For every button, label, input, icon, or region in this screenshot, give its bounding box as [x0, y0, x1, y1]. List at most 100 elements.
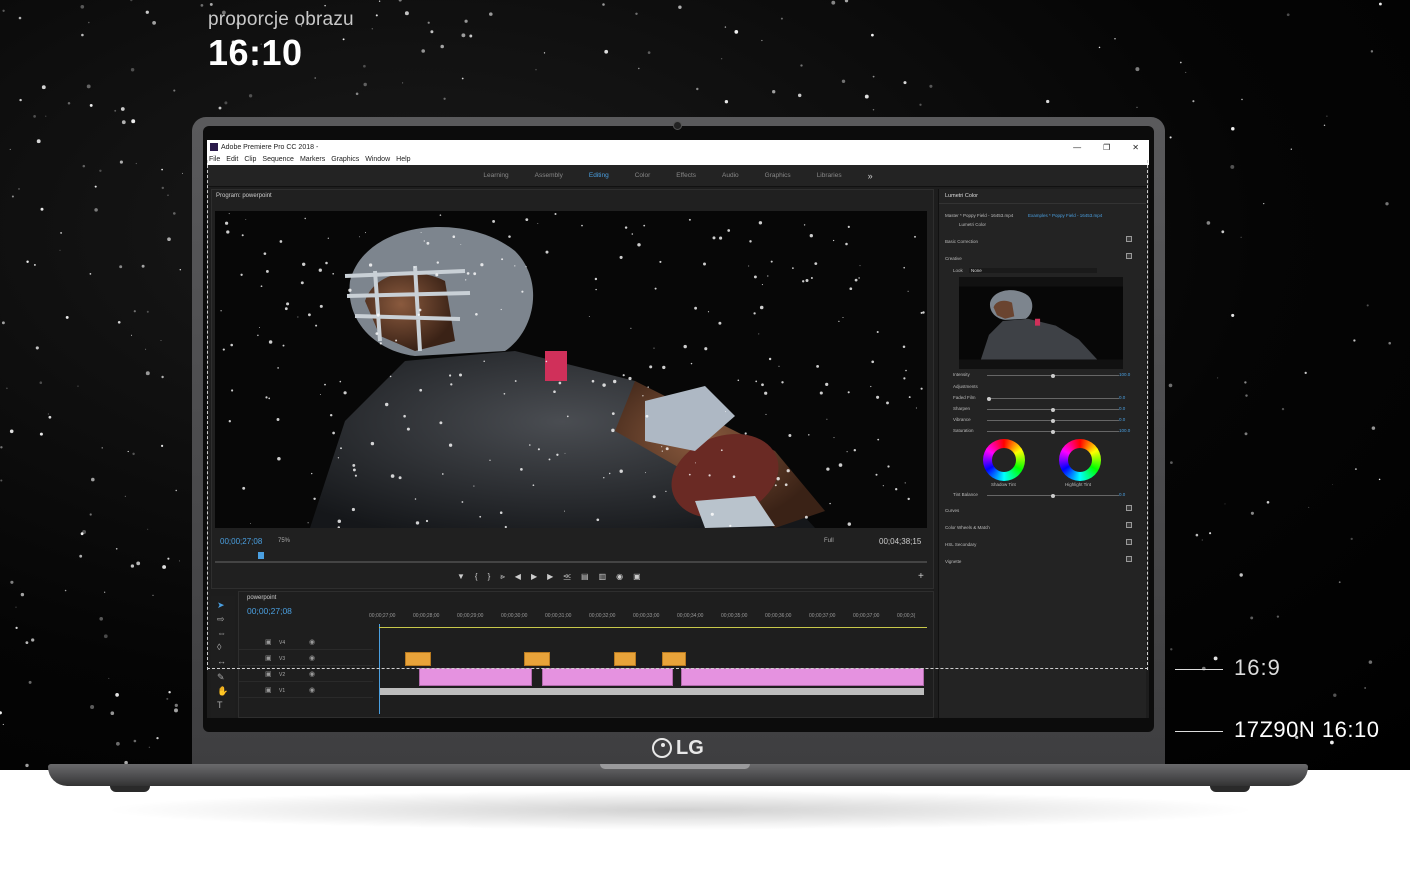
track-header[interactable]: V2 ▣ ◉ — [239, 668, 373, 682]
go-to-in-icon[interactable]: ⪢ — [500, 572, 505, 582]
lumetri-clip[interactable]: Examples * Poppy Field - 16453.mp4 — [1028, 213, 1102, 218]
creative-header[interactable]: Creative — [945, 256, 962, 261]
step-back-icon[interactable]: ◀ — [515, 572, 521, 582]
mark-out-icon[interactable]: } — [488, 572, 491, 582]
look-select[interactable]: None — [969, 268, 1097, 273]
look-preview-thumbnail[interactable] — [959, 277, 1123, 369]
timeline-clip[interactable] — [524, 652, 550, 666]
minimize-icon[interactable]: — — [1073, 143, 1081, 152]
tint-balance-value[interactable]: 0.0 — [1119, 492, 1125, 497]
tab-learning[interactable]: Learning — [483, 172, 508, 179]
tab-graphics[interactable]: Graphics — [765, 172, 791, 179]
button-editor-icon[interactable]: + — [918, 571, 924, 582]
export-frame-icon[interactable]: ◉ — [616, 572, 623, 582]
adjustment-slider[interactable] — [987, 418, 1119, 423]
menu-markers[interactable]: Markers — [300, 156, 325, 163]
tab-assembly[interactable]: Assembly — [535, 172, 563, 179]
track-select-tool-icon[interactable]: ⇨ — [217, 614, 225, 625]
adjustment-slider-value[interactable]: 100.0 — [1119, 428, 1130, 433]
adjustment-slider-value[interactable]: 0.0 — [1119, 417, 1125, 422]
curves-header[interactable]: Curves — [945, 508, 959, 513]
video-preview[interactable] — [215, 211, 927, 528]
highlight-tint-wheel[interactable] — [1059, 439, 1101, 481]
intensity-value[interactable]: 100.0 — [1119, 372, 1130, 377]
compare-icon[interactable]: ▣ — [633, 572, 641, 582]
mark-in-icon[interactable]: { — [475, 572, 478, 582]
maximize-icon[interactable]: ❐ — [1103, 143, 1110, 152]
playhead-handle[interactable] — [258, 552, 264, 559]
extract-icon[interactable]: ▥ — [599, 572, 607, 582]
menu-sequence[interactable]: Sequence — [262, 156, 294, 163]
vignette-checkbox[interactable] — [1126, 556, 1132, 562]
tab-effects[interactable]: Effects — [676, 172, 696, 179]
type-tool-icon[interactable]: T — [217, 700, 223, 710]
adjustment-slider[interactable] — [987, 396, 1119, 401]
timeline-clip[interactable] — [614, 652, 636, 666]
tab-color[interactable]: Color — [635, 172, 651, 179]
basic-correction-checkbox[interactable] — [1126, 236, 1132, 242]
lock-track-icon[interactable]: ▣ — [265, 670, 272, 678]
lock-track-icon[interactable]: ▣ — [265, 686, 272, 694]
basic-correction-header[interactable]: Basic Correction — [945, 239, 978, 244]
resolution-select[interactable]: Full — [824, 538, 834, 544]
hand-tool-icon[interactable]: ✋ — [217, 686, 228, 697]
menu-clip[interactable]: Clip — [244, 156, 256, 163]
color-wheels-checkbox[interactable] — [1126, 522, 1132, 528]
track-header[interactable]: V3 ▣ ◉ — [239, 652, 373, 666]
go-to-out-icon[interactable]: ⪣ — [563, 572, 571, 582]
lumetri-master[interactable]: Master * Poppy Field - 16453.mp4 — [945, 213, 1013, 218]
tab-editing[interactable]: Editing — [589, 172, 609, 179]
sequence-tab[interactable]: powerpoint — [247, 595, 276, 601]
razor-tool-icon[interactable]: ◊ — [217, 642, 221, 652]
tab-libraries[interactable]: Libraries — [817, 172, 842, 179]
timeline-clip[interactable] — [662, 652, 686, 666]
toggle-output-icon[interactable]: ◉ — [309, 654, 315, 662]
zoom-select[interactable]: 75% — [278, 538, 290, 544]
tab-audio[interactable]: Audio — [722, 172, 739, 179]
more-workspaces-icon[interactable]: » — [868, 171, 873, 181]
slip-tool-icon[interactable]: ↔ — [217, 656, 226, 666]
intensity-slider[interactable] — [987, 373, 1119, 378]
add-marker-icon[interactable]: ▼ — [457, 572, 465, 582]
hsl-secondary-checkbox[interactable] — [1126, 539, 1132, 545]
adjustment-slider[interactable] — [987, 407, 1119, 412]
menu-edit[interactable]: Edit — [226, 156, 238, 163]
work-area-bar[interactable] — [379, 627, 927, 628]
step-forward-icon[interactable]: ▶ — [547, 572, 553, 582]
time-ruler[interactable]: 00;00;27;00 00;00;28;00 00;00;29;00 00;00;3… — [369, 613, 933, 623]
selection-tool-icon[interactable]: ➤ — [217, 600, 225, 611]
timeline-playhead[interactable] — [379, 624, 380, 714]
toggle-output-icon[interactable]: ◉ — [309, 670, 315, 678]
shadow-tint-wheel[interactable] — [983, 439, 1025, 481]
lock-track-icon[interactable]: ▣ — [265, 654, 272, 662]
timeline-clip[interactable] — [542, 668, 673, 686]
timeline-clip[interactable] — [681, 668, 924, 686]
lock-track-icon[interactable]: ▣ — [265, 638, 272, 646]
play-icon[interactable]: ▶ — [531, 572, 537, 582]
timeline-clip[interactable] — [380, 688, 924, 695]
current-timecode[interactable]: 00;00;27;08 — [220, 537, 262, 546]
curves-checkbox[interactable] — [1126, 505, 1132, 511]
menu-help[interactable]: Help — [396, 156, 410, 163]
close-icon[interactable]: ✕ — [1132, 143, 1139, 152]
tint-balance-slider[interactable] — [987, 493, 1119, 498]
menu-window[interactable]: Window — [365, 156, 390, 163]
creative-checkbox[interactable] — [1126, 253, 1132, 259]
menu-file[interactable]: File — [209, 156, 220, 163]
toggle-output-icon[interactable]: ◉ — [309, 638, 315, 646]
lumetri-effect-select[interactable]: Lumetri Color — [959, 222, 986, 227]
timeline-timecode[interactable]: 00;00;27;08 — [247, 606, 292, 616]
timeline-clip[interactable] — [405, 652, 431, 666]
adjustment-slider[interactable] — [987, 429, 1119, 434]
timeline-clip[interactable] — [419, 668, 532, 686]
adjustments-header[interactable]: Adjustments — [953, 384, 978, 389]
lift-icon[interactable]: ▤ — [581, 572, 589, 582]
adjustment-slider-value[interactable]: 0.0 — [1119, 406, 1125, 411]
pen-tool-icon[interactable]: ✎ — [217, 672, 225, 683]
track-header[interactable]: V1 ▣ ◉ — [239, 684, 373, 698]
track-header[interactable]: V4 ▣ ◉ — [239, 636, 373, 650]
color-wheels-header[interactable]: Color Wheels & Match — [945, 525, 990, 530]
menu-graphics[interactable]: Graphics — [331, 156, 359, 163]
vignette-header[interactable]: Vignette — [945, 559, 961, 564]
hsl-secondary-header[interactable]: HSL Secondary — [945, 542, 976, 547]
